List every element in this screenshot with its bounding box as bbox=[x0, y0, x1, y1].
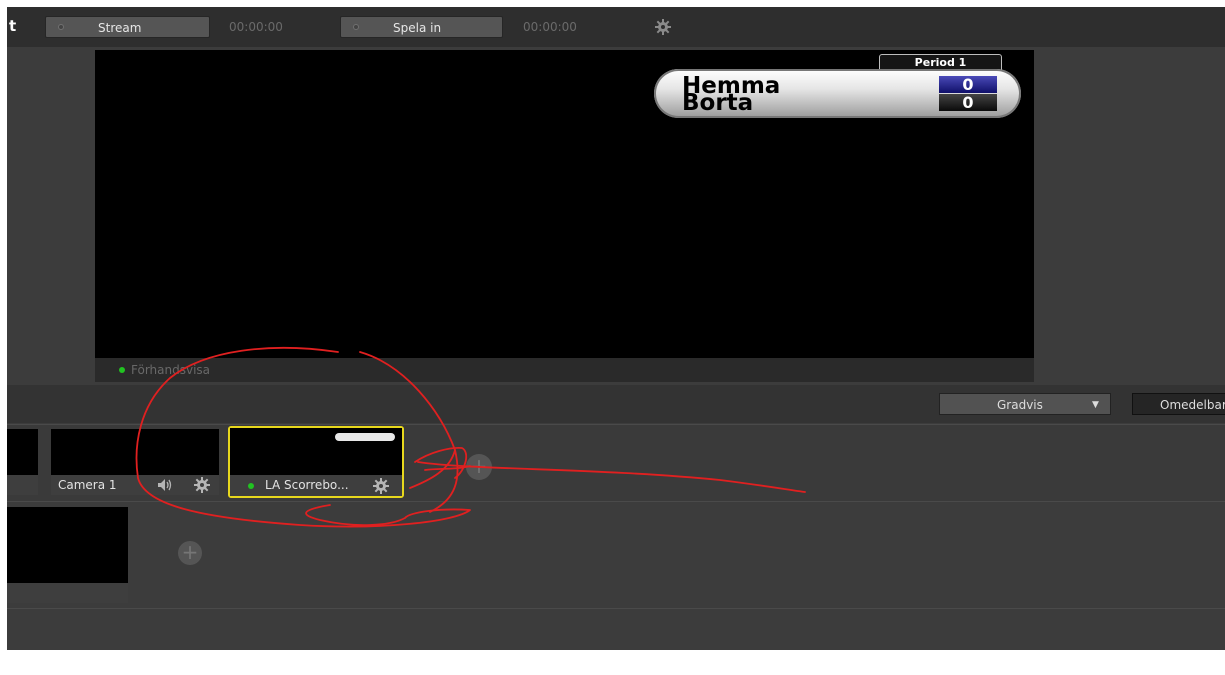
scoreboard-overlay: Hemma Borta 0 0 bbox=[654, 69, 1021, 118]
transition-mode-label: Gradvis bbox=[997, 398, 1043, 412]
bottom-row bbox=[7, 609, 1225, 650]
stream-button-label: Stream bbox=[98, 21, 142, 35]
away-team-name: Borta bbox=[682, 90, 754, 116]
stream-timer: 00:00:00 bbox=[229, 20, 283, 34]
home-score: 0 bbox=[939, 76, 997, 93]
source-label: Camera 1 bbox=[58, 478, 117, 492]
app-window: t Stream 00:00:00 Spela in 00:00:00 Peri… bbox=[7, 7, 1225, 650]
gear-icon[interactable] bbox=[194, 477, 210, 493]
source-label-bar-scoreboard: LA Scorrebo... bbox=[230, 475, 402, 496]
source-tile-partial[interactable] bbox=[7, 429, 38, 475]
add-source-button[interactable]: + bbox=[466, 454, 492, 480]
gear-icon[interactable] bbox=[655, 19, 671, 35]
stream-status-dot bbox=[58, 24, 64, 30]
gear-icon[interactable] bbox=[373, 478, 389, 494]
immediate-button-label: Omedelbart bbox=[1160, 398, 1225, 412]
divider bbox=[7, 501, 1225, 502]
source-active-dot bbox=[248, 483, 254, 489]
source-thumbnail bbox=[230, 428, 402, 475]
source-label-bar-partial bbox=[7, 475, 38, 495]
immediate-button[interactable]: Omedelbart bbox=[1132, 393, 1225, 415]
record-button[interactable]: Spela in bbox=[340, 16, 503, 38]
source-label-bar-camera-1: Camera 1 bbox=[51, 475, 219, 495]
record-status-dot bbox=[353, 24, 359, 30]
scoreboard-thumbnail bbox=[335, 433, 395, 441]
chevron-down-icon: ▼ bbox=[1092, 400, 1099, 410]
preview-label: Förhandsvisa bbox=[131, 363, 211, 377]
scene-label-bar bbox=[7, 583, 128, 603]
top-toolbar: t Stream 00:00:00 Spela in 00:00:00 bbox=[7, 7, 1225, 47]
preview-status-dot bbox=[119, 367, 125, 373]
sources-row: Camera 1 LA Scorrebo... + bbox=[7, 425, 1225, 501]
speaker-icon[interactable] bbox=[157, 478, 173, 492]
source-label: LA Scorrebo... bbox=[265, 478, 349, 492]
away-score: 0 bbox=[939, 94, 997, 111]
record-button-label: Spela in bbox=[393, 21, 442, 35]
record-timer: 00:00:00 bbox=[523, 20, 577, 34]
preview-footer: Förhandsvisa bbox=[95, 358, 1034, 382]
add-scene-button[interactable]: + bbox=[178, 541, 202, 565]
transition-mode-dropdown[interactable]: Gradvis ▼ bbox=[939, 393, 1111, 415]
stream-button[interactable]: Stream bbox=[45, 16, 210, 38]
scene-tile[interactable] bbox=[7, 507, 128, 583]
source-tile-scoreboard[interactable]: LA Scorrebo... bbox=[228, 426, 404, 498]
transition-bar: Gradvis ▼ Omedelbart bbox=[7, 385, 1225, 423]
app-title-fragment: t bbox=[9, 17, 17, 35]
source-tile-camera-1[interactable] bbox=[51, 429, 219, 475]
